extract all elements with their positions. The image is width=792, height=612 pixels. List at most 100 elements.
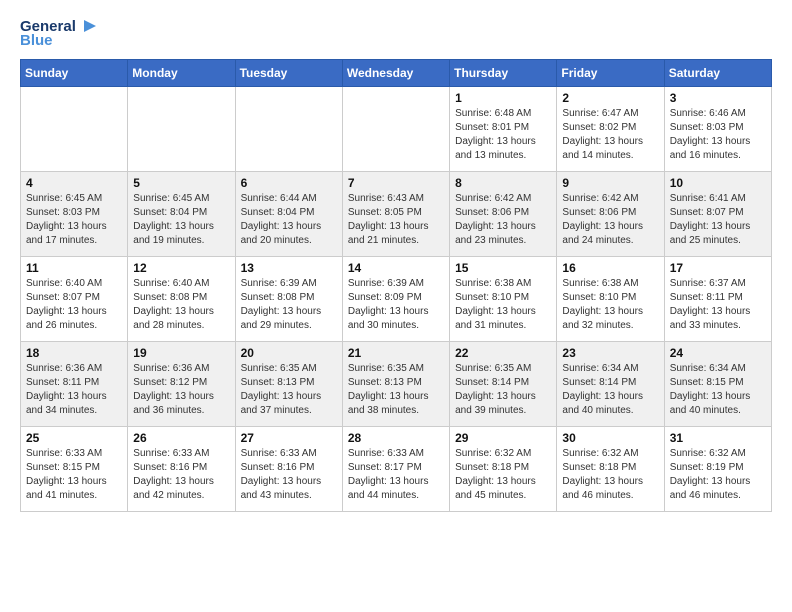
logo: General Blue bbox=[20, 16, 98, 49]
day-info: Sunrise: 6:39 AM Sunset: 8:08 PM Dayligh… bbox=[241, 277, 337, 333]
day-number: 16 bbox=[562, 261, 658, 275]
day-number: 3 bbox=[670, 91, 766, 105]
day-number: 29 bbox=[455, 431, 551, 445]
calendar-cell: 9 Sunrise: 6:42 AM Sunset: 8:06 PM Daylig… bbox=[557, 172, 664, 257]
week-row-1: 1 Sunrise: 6:48 AM Sunset: 8:01 PM Daylig… bbox=[21, 87, 772, 172]
calendar-cell: 5 Sunrise: 6:45 AM Sunset: 8:04 PM Daylig… bbox=[128, 172, 235, 257]
logo-blue: Blue bbox=[20, 32, 53, 49]
calendar-cell: 13 Sunrise: 6:39 AM Sunset: 8:08 PM Dayli… bbox=[235, 257, 342, 342]
calendar-cell: 19Sunrise: 6:36 AM Sunset: 8:12 PM Dayli… bbox=[128, 342, 235, 427]
day-info: Sunrise: 6:33 AM Sunset: 8:16 PM Dayligh… bbox=[241, 447, 337, 503]
calendar-cell: 24 Sunrise: 6:34 AM Sunset: 8:15 PM Dayli… bbox=[664, 342, 771, 427]
day-number: 27 bbox=[241, 431, 337, 445]
calendar-cell: 25 Sunrise: 6:33 AM Sunset: 8:15 PM Dayli… bbox=[21, 427, 128, 512]
day-info: Sunrise: 6:39 AM Sunset: 8:09 PM Dayligh… bbox=[348, 277, 444, 333]
day-info: Sunrise: 6:33 AM Sunset: 8:17 PM Dayligh… bbox=[348, 447, 444, 503]
day-number: 18 bbox=[26, 346, 122, 360]
calendar-cell: 8 Sunrise: 6:42 AM Sunset: 8:06 PM Daylig… bbox=[450, 172, 557, 257]
day-number: 6 bbox=[241, 176, 337, 190]
day-info: Sunrise: 6:35 AM Sunset: 8:14 PM Dayligh… bbox=[455, 362, 551, 418]
weekday-header-sunday: Sunday bbox=[21, 60, 128, 87]
calendar-cell: 4Sunrise: 6:45 AM Sunset: 8:03 PM Daylig… bbox=[21, 172, 128, 257]
calendar-cell: 12Sunrise: 6:40 AM Sunset: 8:08 PM Dayli… bbox=[128, 257, 235, 342]
day-info: Sunrise: 6:35 AM Sunset: 8:13 PM Dayligh… bbox=[348, 362, 444, 418]
day-number: 31 bbox=[670, 431, 766, 445]
logo-arrow bbox=[78, 16, 98, 36]
day-info: Sunrise: 6:45 AM Sunset: 8:03 PM Dayligh… bbox=[26, 192, 122, 248]
day-number: 25 bbox=[26, 431, 122, 445]
day-info: Sunrise: 6:42 AM Sunset: 8:06 PM Dayligh… bbox=[562, 192, 658, 248]
weekday-header-thursday: Thursday bbox=[450, 60, 557, 87]
day-info: Sunrise: 6:42 AM Sunset: 8:06 PM Dayligh… bbox=[455, 192, 551, 248]
day-number: 8 bbox=[455, 176, 551, 190]
calendar-cell: 27 Sunrise: 6:33 AM Sunset: 8:16 PM Dayli… bbox=[235, 427, 342, 512]
day-info: Sunrise: 6:35 AM Sunset: 8:13 PM Dayligh… bbox=[241, 362, 337, 418]
calendar-cell: 18 Sunrise: 6:36 AM Sunset: 8:11 PM Dayli… bbox=[21, 342, 128, 427]
day-info: Sunrise: 6:36 AM Sunset: 8:12 PM Dayligh… bbox=[133, 362, 229, 418]
calendar-cell: 20 Sunrise: 6:35 AM Sunset: 8:13 PM Dayli… bbox=[235, 342, 342, 427]
page-header: General Blue bbox=[20, 16, 772, 49]
calendar-cell: 30 Sunrise: 6:32 AM Sunset: 8:18 PM Dayli… bbox=[557, 427, 664, 512]
calendar-cell: 16 Sunrise: 6:38 AM Sunset: 8:10 PM Dayli… bbox=[557, 257, 664, 342]
day-info: Sunrise: 6:32 AM Sunset: 8:19 PM Dayligh… bbox=[670, 447, 766, 503]
day-info: Sunrise: 6:44 AM Sunset: 8:04 PM Dayligh… bbox=[241, 192, 337, 248]
day-info: Sunrise: 6:43 AM Sunset: 8:05 PM Dayligh… bbox=[348, 192, 444, 248]
calendar-cell: 7 Sunrise: 6:43 AM Sunset: 8:05 PM Daylig… bbox=[342, 172, 449, 257]
day-number: 7 bbox=[348, 176, 444, 190]
day-number: 26 bbox=[133, 431, 229, 445]
day-info: Sunrise: 6:38 AM Sunset: 8:10 PM Dayligh… bbox=[455, 277, 551, 333]
calendar-cell: 6 Sunrise: 6:44 AM Sunset: 8:04 PM Daylig… bbox=[235, 172, 342, 257]
day-info: Sunrise: 6:41 AM Sunset: 8:07 PM Dayligh… bbox=[670, 192, 766, 248]
calendar-cell: 11 Sunrise: 6:40 AM Sunset: 8:07 PM Dayli… bbox=[21, 257, 128, 342]
calendar-cell: 15 Sunrise: 6:38 AM Sunset: 8:10 PM Dayli… bbox=[450, 257, 557, 342]
calendar-cell bbox=[21, 87, 128, 172]
week-row-2: 4Sunrise: 6:45 AM Sunset: 8:03 PM Daylig… bbox=[21, 172, 772, 257]
day-info: Sunrise: 6:48 AM Sunset: 8:01 PM Dayligh… bbox=[455, 107, 551, 163]
day-number: 11 bbox=[26, 261, 122, 275]
calendar-cell: 26 Sunrise: 6:33 AM Sunset: 8:16 PM Dayli… bbox=[128, 427, 235, 512]
day-number: 10 bbox=[670, 176, 766, 190]
weekday-header-row: SundayMondayTuesdayWednesdayThursdayFrid… bbox=[21, 60, 772, 87]
day-info: Sunrise: 6:32 AM Sunset: 8:18 PM Dayligh… bbox=[562, 447, 658, 503]
day-number: 20 bbox=[241, 346, 337, 360]
day-info: Sunrise: 6:36 AM Sunset: 8:11 PM Dayligh… bbox=[26, 362, 122, 418]
day-number: 21 bbox=[348, 346, 444, 360]
weekday-header-monday: Monday bbox=[128, 60, 235, 87]
day-number: 15 bbox=[455, 261, 551, 275]
calendar-cell: 28Sunrise: 6:33 AM Sunset: 8:17 PM Dayli… bbox=[342, 427, 449, 512]
day-info: Sunrise: 6:40 AM Sunset: 8:08 PM Dayligh… bbox=[133, 277, 229, 333]
calendar-cell: 17Sunrise: 6:37 AM Sunset: 8:11 PM Dayli… bbox=[664, 257, 771, 342]
calendar-cell: 2Sunrise: 6:47 AM Sunset: 8:02 PM Daylig… bbox=[557, 87, 664, 172]
calendar-cell: 14 Sunrise: 6:39 AM Sunset: 8:09 PM Dayli… bbox=[342, 257, 449, 342]
day-number: 14 bbox=[348, 261, 444, 275]
calendar-cell: 1 Sunrise: 6:48 AM Sunset: 8:01 PM Daylig… bbox=[450, 87, 557, 172]
calendar-cell bbox=[342, 87, 449, 172]
day-info: Sunrise: 6:32 AM Sunset: 8:18 PM Dayligh… bbox=[455, 447, 551, 503]
day-number: 30 bbox=[562, 431, 658, 445]
calendar-cell: 10 Sunrise: 6:41 AM Sunset: 8:07 PM Dayli… bbox=[664, 172, 771, 257]
day-info: Sunrise: 6:37 AM Sunset: 8:11 PM Dayligh… bbox=[670, 277, 766, 333]
day-number: 22 bbox=[455, 346, 551, 360]
week-row-3: 11 Sunrise: 6:40 AM Sunset: 8:07 PM Dayli… bbox=[21, 257, 772, 342]
day-info: Sunrise: 6:33 AM Sunset: 8:15 PM Dayligh… bbox=[26, 447, 122, 503]
day-number: 23 bbox=[562, 346, 658, 360]
day-number: 24 bbox=[670, 346, 766, 360]
calendar-cell bbox=[128, 87, 235, 172]
day-number: 13 bbox=[241, 261, 337, 275]
day-number: 1 bbox=[455, 91, 551, 105]
calendar-cell: 23Sunrise: 6:34 AM Sunset: 8:14 PM Dayli… bbox=[557, 342, 664, 427]
day-info: Sunrise: 6:34 AM Sunset: 8:15 PM Dayligh… bbox=[670, 362, 766, 418]
week-row-5: 25 Sunrise: 6:33 AM Sunset: 8:15 PM Dayli… bbox=[21, 427, 772, 512]
week-row-4: 18 Sunrise: 6:36 AM Sunset: 8:11 PM Dayli… bbox=[21, 342, 772, 427]
weekday-header-friday: Friday bbox=[557, 60, 664, 87]
calendar-cell: 21 Sunrise: 6:35 AM Sunset: 8:13 PM Dayli… bbox=[342, 342, 449, 427]
day-info: Sunrise: 6:45 AM Sunset: 8:04 PM Dayligh… bbox=[133, 192, 229, 248]
day-info: Sunrise: 6:38 AM Sunset: 8:10 PM Dayligh… bbox=[562, 277, 658, 333]
day-info: Sunrise: 6:40 AM Sunset: 8:07 PM Dayligh… bbox=[26, 277, 122, 333]
day-number: 5 bbox=[133, 176, 229, 190]
day-info: Sunrise: 6:33 AM Sunset: 8:16 PM Dayligh… bbox=[133, 447, 229, 503]
day-number: 2 bbox=[562, 91, 658, 105]
calendar-cell bbox=[235, 87, 342, 172]
calendar-cell: 31 Sunrise: 6:32 AM Sunset: 8:19 PM Dayli… bbox=[664, 427, 771, 512]
day-number: 9 bbox=[562, 176, 658, 190]
